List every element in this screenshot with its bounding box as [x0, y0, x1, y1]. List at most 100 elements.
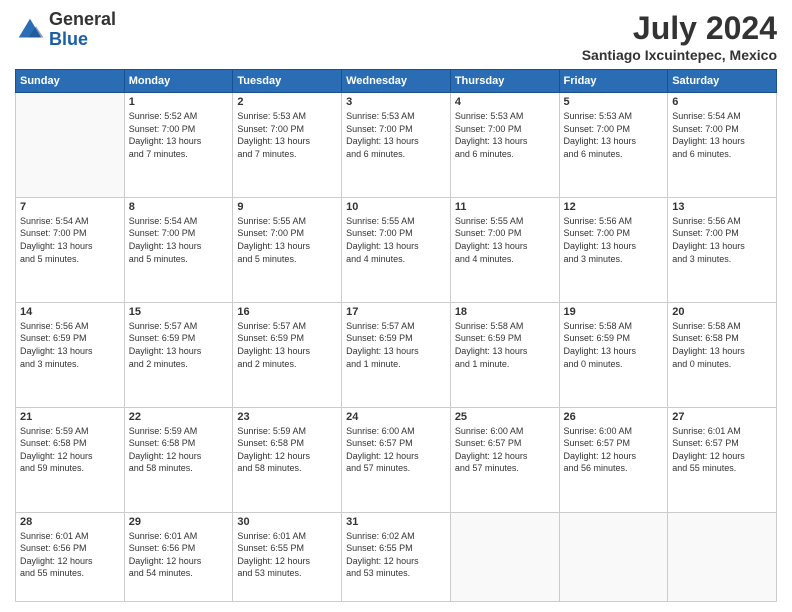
week-row-5: 28 Sunrise: 6:01 AM Sunset: 6:56 PM Dayli…: [16, 512, 777, 601]
day-cell: 23Sunrise: 5:59 AM Sunset: 6:58 PM Dayli…: [233, 407, 342, 512]
day-detail: Sunrise: 6:01 AM Sunset: 6:57 PM Dayligh…: [672, 425, 772, 475]
day-detail: Sunrise: 5:54 AM Sunset: 7:00 PM Dayligh…: [129, 215, 229, 265]
day-cell: 9Sunrise: 5:55 AM Sunset: 7:00 PM Daylig…: [233, 197, 342, 302]
title-month: July 2024: [582, 10, 777, 47]
day-number: 18: [455, 306, 555, 318]
day-number: 23: [237, 411, 337, 423]
day-detail: Sunrise: 5:53 AM Sunset: 7:00 PM Dayligh…: [455, 110, 555, 160]
day-cell: 8Sunrise: 5:54 AM Sunset: 7:00 PM Daylig…: [124, 197, 233, 302]
week-row-4: 21 Sunrise: 5:59 AM Sunset: 6:58 PM Dayli…: [16, 407, 777, 512]
day-cell: [668, 512, 777, 601]
day-detail: Sunrise: 5:54 AM Sunset: 7:00 PM Dayligh…: [20, 215, 120, 265]
day-detail: Sunrise: 5:58 AM Sunset: 6:59 PM Dayligh…: [455, 320, 555, 370]
col-header-thursday: Thursday: [450, 70, 559, 93]
day-detail: Sunrise: 5:53 AM Sunset: 7:00 PM Dayligh…: [564, 110, 664, 160]
day-detail: Sunrise: 5:58 AM Sunset: 6:58 PM Dayligh…: [672, 320, 772, 370]
day-number: 24: [346, 411, 446, 423]
day-cell: 11 Sunrise: 5:55 AM Sunset: 7:00 PM Dayli…: [450, 197, 559, 302]
logo-icon: [15, 15, 45, 45]
day-detail: Sunrise: 5:53 AM Sunset: 7:00 PM Dayligh…: [237, 110, 337, 160]
day-detail: Sunrise: 6:00 AM Sunset: 6:57 PM Dayligh…: [455, 425, 555, 475]
day-cell: 12 Sunrise: 5:56 AM Sunset: 7:00 PM Dayli…: [559, 197, 668, 302]
day-detail: Sunrise: 5:54 AM Sunset: 7:00 PM Dayligh…: [672, 110, 772, 160]
day-cell: 26Sunrise: 6:00 AM Sunset: 6:57 PM Dayli…: [559, 407, 668, 512]
day-cell: 1 Sunrise: 5:52 AM Sunset: 7:00 PM Daylig…: [124, 93, 233, 198]
day-detail: Sunrise: 5:57 AM Sunset: 6:59 PM Dayligh…: [237, 320, 337, 370]
day-number: 30: [237, 516, 337, 528]
day-number: 22: [129, 411, 229, 423]
day-cell: 4 Sunrise: 5:53 AM Sunset: 7:00 PM Daylig…: [450, 93, 559, 198]
col-header-saturday: Saturday: [668, 70, 777, 93]
day-cell: [16, 93, 125, 198]
week-row-2: 7Sunrise: 5:54 AM Sunset: 7:00 PM Daylig…: [16, 197, 777, 302]
day-number: 16: [237, 306, 337, 318]
day-detail: Sunrise: 6:02 AM Sunset: 6:55 PM Dayligh…: [346, 530, 446, 580]
day-cell: 15Sunrise: 5:57 AM Sunset: 6:59 PM Dayli…: [124, 302, 233, 407]
day-detail: Sunrise: 5:56 AM Sunset: 7:00 PM Dayligh…: [672, 215, 772, 265]
day-number: 11: [455, 201, 555, 213]
day-detail: Sunrise: 5:53 AM Sunset: 7:00 PM Dayligh…: [346, 110, 446, 160]
day-number: 29: [129, 516, 229, 528]
day-cell: 7Sunrise: 5:54 AM Sunset: 7:00 PM Daylig…: [16, 197, 125, 302]
day-number: 31: [346, 516, 446, 528]
day-cell: 18 Sunrise: 5:58 AM Sunset: 6:59 PM Dayli…: [450, 302, 559, 407]
col-header-tuesday: Tuesday: [233, 70, 342, 93]
day-number: 13: [672, 201, 772, 213]
day-cell: 17Sunrise: 5:57 AM Sunset: 6:59 PM Dayli…: [342, 302, 451, 407]
day-cell: 31 Sunrise: 6:02 AM Sunset: 6:55 PM Dayli…: [342, 512, 451, 601]
day-number: 12: [564, 201, 664, 213]
day-detail: Sunrise: 5:55 AM Sunset: 7:00 PM Dayligh…: [237, 215, 337, 265]
day-detail: Sunrise: 5:56 AM Sunset: 6:59 PM Dayligh…: [20, 320, 120, 370]
day-detail: Sunrise: 5:59 AM Sunset: 6:58 PM Dayligh…: [20, 425, 120, 475]
day-number: 2: [237, 96, 337, 108]
logo-text: General Blue: [49, 10, 116, 50]
title-location: Santiago Ixcuintepec, Mexico: [582, 47, 777, 63]
day-cell: 24 Sunrise: 6:00 AM Sunset: 6:57 PM Dayli…: [342, 407, 451, 512]
day-detail: Sunrise: 6:01 AM Sunset: 6:55 PM Dayligh…: [237, 530, 337, 580]
day-number: 19: [564, 306, 664, 318]
day-number: 21: [20, 411, 120, 423]
day-detail: Sunrise: 5:55 AM Sunset: 7:00 PM Dayligh…: [346, 215, 446, 265]
day-detail: Sunrise: 6:00 AM Sunset: 6:57 PM Dayligh…: [346, 425, 446, 475]
day-cell: 13 Sunrise: 5:56 AM Sunset: 7:00 PM Dayli…: [668, 197, 777, 302]
day-cell: 27 Sunrise: 6:01 AM Sunset: 6:57 PM Dayli…: [668, 407, 777, 512]
day-detail: Sunrise: 5:56 AM Sunset: 7:00 PM Dayligh…: [564, 215, 664, 265]
day-number: 27: [672, 411, 772, 423]
day-detail: Sunrise: 6:01 AM Sunset: 6:56 PM Dayligh…: [129, 530, 229, 580]
day-cell: 6 Sunrise: 5:54 AM Sunset: 7:00 PM Daylig…: [668, 93, 777, 198]
logo: General Blue: [15, 10, 116, 50]
day-number: 25: [455, 411, 555, 423]
day-cell: 21 Sunrise: 5:59 AM Sunset: 6:58 PM Dayli…: [16, 407, 125, 512]
day-number: 5: [564, 96, 664, 108]
day-number: 28: [20, 516, 120, 528]
day-number: 17: [346, 306, 446, 318]
week-row-3: 14 Sunrise: 5:56 AM Sunset: 6:59 PM Dayli…: [16, 302, 777, 407]
day-detail: Sunrise: 5:52 AM Sunset: 7:00 PM Dayligh…: [129, 110, 229, 160]
header: General Blue July 2024 Santiago Ixcuinte…: [15, 10, 777, 63]
day-cell: 16 Sunrise: 5:57 AM Sunset: 6:59 PM Dayli…: [233, 302, 342, 407]
day-detail: Sunrise: 5:55 AM Sunset: 7:00 PM Dayligh…: [455, 215, 555, 265]
col-header-wednesday: Wednesday: [342, 70, 451, 93]
day-detail: Sunrise: 5:59 AM Sunset: 6:58 PM Dayligh…: [129, 425, 229, 475]
day-cell: 20Sunrise: 5:58 AM Sunset: 6:58 PM Dayli…: [668, 302, 777, 407]
day-cell: 3Sunrise: 5:53 AM Sunset: 7:00 PM Daylig…: [342, 93, 451, 198]
day-cell: [559, 512, 668, 601]
day-detail: Sunrise: 5:58 AM Sunset: 6:59 PM Dayligh…: [564, 320, 664, 370]
day-number: 4: [455, 96, 555, 108]
day-number: 14: [20, 306, 120, 318]
day-cell: 5 Sunrise: 5:53 AM Sunset: 7:00 PM Daylig…: [559, 93, 668, 198]
col-header-friday: Friday: [559, 70, 668, 93]
col-header-monday: Monday: [124, 70, 233, 93]
day-number: 1: [129, 96, 229, 108]
header-row: SundayMondayTuesdayWednesdayThursdayFrid…: [16, 70, 777, 93]
day-number: 6: [672, 96, 772, 108]
calendar-table: SundayMondayTuesdayWednesdayThursdayFrid…: [15, 69, 777, 602]
day-detail: Sunrise: 6:01 AM Sunset: 6:56 PM Dayligh…: [20, 530, 120, 580]
day-cell: 22 Sunrise: 5:59 AM Sunset: 6:58 PM Dayli…: [124, 407, 233, 512]
day-cell: 30 Sunrise: 6:01 AM Sunset: 6:55 PM Dayli…: [233, 512, 342, 601]
day-cell: 25 Sunrise: 6:00 AM Sunset: 6:57 PM Dayli…: [450, 407, 559, 512]
col-header-sunday: Sunday: [16, 70, 125, 93]
day-cell: 10Sunrise: 5:55 AM Sunset: 7:00 PM Dayli…: [342, 197, 451, 302]
title-block: July 2024 Santiago Ixcuintepec, Mexico: [582, 10, 777, 63]
day-cell: 28 Sunrise: 6:01 AM Sunset: 6:56 PM Dayli…: [16, 512, 125, 601]
